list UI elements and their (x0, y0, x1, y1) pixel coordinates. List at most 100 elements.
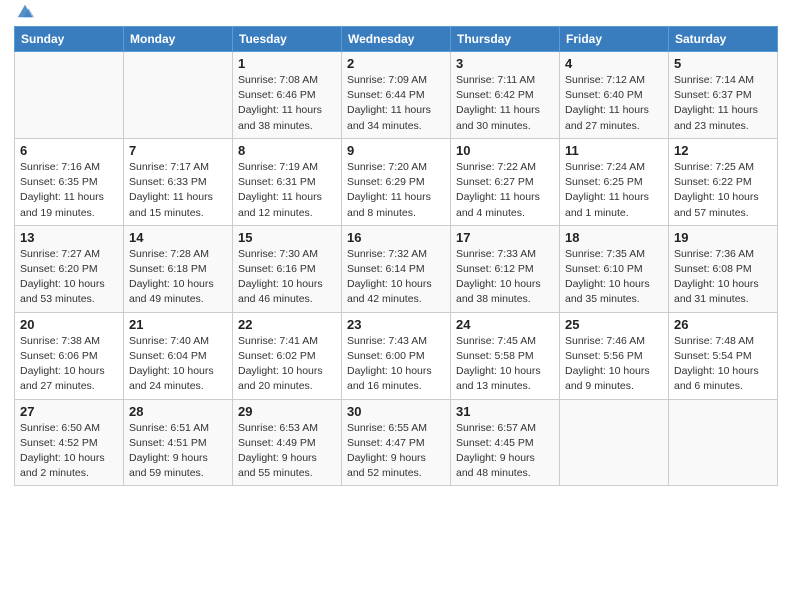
calendar-cell: 4 Sunrise: 7:12 AMSunset: 6:40 PMDaylight… (560, 52, 669, 139)
day-info: Sunrise: 7:25 AMSunset: 6:22 PMDaylight:… (674, 160, 772, 221)
calendar-cell: 28 Sunrise: 6:51 AMSunset: 4:51 PMDayligh… (124, 399, 233, 486)
day-info: Sunrise: 7:24 AMSunset: 6:25 PMDaylight:… (565, 160, 663, 221)
calendar-cell: 9Sunrise: 7:20 AMSunset: 6:29 PMDaylight… (342, 138, 451, 225)
day-info: Sunrise: 7:38 AMSunset: 6:06 PMDaylight:… (20, 334, 118, 395)
calendar-cell: 26 Sunrise: 7:48 AMSunset: 5:54 PMDayligh… (669, 312, 778, 399)
calendar-cell (560, 399, 669, 486)
logo-icon (16, 2, 34, 20)
weekday-header-thursday: Thursday (451, 27, 560, 52)
day-number: 1 (238, 56, 336, 71)
day-number: 24 (456, 317, 554, 332)
day-info: Sunrise: 7:09 AMSunset: 6:44 PMDaylight:… (347, 73, 445, 134)
logo (14, 14, 34, 20)
weekday-header-sunday: Sunday (15, 27, 124, 52)
day-number: 10 (456, 143, 554, 158)
calendar-table: SundayMondayTuesdayWednesdayThursdayFrid… (14, 26, 778, 486)
calendar-cell: 16Sunrise: 7:32 AMSunset: 6:14 PMDayligh… (342, 225, 451, 312)
calendar-cell: 7 Sunrise: 7:17 AMSunset: 6:33 PMDaylight… (124, 138, 233, 225)
calendar-cell: 5Sunrise: 7:14 AMSunset: 6:37 PMDaylight… (669, 52, 778, 139)
calendar-cell (124, 52, 233, 139)
calendar-cell: 18 Sunrise: 7:35 AMSunset: 6:10 PMDayligh… (560, 225, 669, 312)
calendar-cell: 14 Sunrise: 7:28 AMSunset: 6:18 PMDayligh… (124, 225, 233, 312)
calendar-cell: 29 Sunrise: 6:53 AMSunset: 4:49 PMDayligh… (233, 399, 342, 486)
header (14, 10, 778, 20)
day-info: Sunrise: 7:12 AMSunset: 6:40 PMDaylight:… (565, 73, 663, 134)
calendar-cell: 10Sunrise: 7:22 AMSunset: 6:27 PMDayligh… (451, 138, 560, 225)
calendar-cell: 17 Sunrise: 7:33 AMSunset: 6:12 PMDayligh… (451, 225, 560, 312)
weekday-header-friday: Friday (560, 27, 669, 52)
calendar-cell: 1 Sunrise: 7:08 AMSunset: 6:46 PMDaylight… (233, 52, 342, 139)
day-number: 27 (20, 404, 118, 419)
day-info: Sunrise: 7:19 AMSunset: 6:31 PMDaylight:… (238, 160, 336, 221)
day-number: 31 (456, 404, 554, 419)
day-info: Sunrise: 7:33 AMSunset: 6:12 PMDaylight:… (456, 247, 554, 308)
day-number: 28 (129, 404, 227, 419)
day-number: 6 (20, 143, 118, 158)
day-number: 7 (129, 143, 227, 158)
day-info: Sunrise: 6:55 AMSunset: 4:47 PMDaylight:… (347, 421, 445, 482)
day-info: Sunrise: 7:27 AMSunset: 6:20 PMDaylight:… (20, 247, 118, 308)
day-info: Sunrise: 7:16 AMSunset: 6:35 PMDaylight:… (20, 160, 118, 221)
day-info: Sunrise: 7:36 AMSunset: 6:08 PMDaylight:… (674, 247, 772, 308)
day-info: Sunrise: 7:14 AMSunset: 6:37 PMDaylight:… (674, 73, 772, 134)
week-row-2: 6 Sunrise: 7:16 AMSunset: 6:35 PMDaylight… (15, 138, 778, 225)
day-number: 30 (347, 404, 445, 419)
calendar-cell: 24 Sunrise: 7:45 AMSunset: 5:58 PMDayligh… (451, 312, 560, 399)
day-number: 11 (565, 143, 663, 158)
day-info: Sunrise: 7:30 AMSunset: 6:16 PMDaylight:… (238, 247, 336, 308)
day-info: Sunrise: 7:48 AMSunset: 5:54 PMDaylight:… (674, 334, 772, 395)
day-info: Sunrise: 7:43 AMSunset: 6:00 PMDaylight:… (347, 334, 445, 395)
calendar-cell: 25Sunrise: 7:46 AMSunset: 5:56 PMDayligh… (560, 312, 669, 399)
day-number: 14 (129, 230, 227, 245)
day-number: 3 (456, 56, 554, 71)
calendar-cell: 19Sunrise: 7:36 AMSunset: 6:08 PMDayligh… (669, 225, 778, 312)
day-number: 26 (674, 317, 772, 332)
calendar-cell: 8 Sunrise: 7:19 AMSunset: 6:31 PMDaylight… (233, 138, 342, 225)
calendar-cell (15, 52, 124, 139)
day-info: Sunrise: 7:35 AMSunset: 6:10 PMDaylight:… (565, 247, 663, 308)
day-number: 22 (238, 317, 336, 332)
day-number: 20 (20, 317, 118, 332)
day-info: Sunrise: 6:50 AMSunset: 4:52 PMDaylight:… (20, 421, 118, 482)
weekday-header-tuesday: Tuesday (233, 27, 342, 52)
day-info: Sunrise: 7:40 AMSunset: 6:04 PMDaylight:… (129, 334, 227, 395)
calendar-cell: 20 Sunrise: 7:38 AMSunset: 6:06 PMDayligh… (15, 312, 124, 399)
weekday-header-row: SundayMondayTuesdayWednesdayThursdayFrid… (15, 27, 778, 52)
weekday-header-wednesday: Wednesday (342, 27, 451, 52)
day-number: 17 (456, 230, 554, 245)
calendar-cell: 27 Sunrise: 6:50 AMSunset: 4:52 PMDayligh… (15, 399, 124, 486)
calendar-cell: 30 Sunrise: 6:55 AMSunset: 4:47 PMDayligh… (342, 399, 451, 486)
day-number: 21 (129, 317, 227, 332)
day-number: 12 (674, 143, 772, 158)
day-number: 23 (347, 317, 445, 332)
calendar-cell (669, 399, 778, 486)
calendar-page: SundayMondayTuesdayWednesdayThursdayFrid… (0, 0, 792, 612)
weekday-header-saturday: Saturday (669, 27, 778, 52)
calendar-cell: 11 Sunrise: 7:24 AMSunset: 6:25 PMDayligh… (560, 138, 669, 225)
week-row-3: 13 Sunrise: 7:27 AMSunset: 6:20 PMDayligh… (15, 225, 778, 312)
calendar-cell: 31Sunrise: 6:57 AMSunset: 4:45 PMDayligh… (451, 399, 560, 486)
week-row-4: 20 Sunrise: 7:38 AMSunset: 6:06 PMDayligh… (15, 312, 778, 399)
calendar-cell: 2Sunrise: 7:09 AMSunset: 6:44 PMDaylight… (342, 52, 451, 139)
day-number: 18 (565, 230, 663, 245)
weekday-header-monday: Monday (124, 27, 233, 52)
calendar-cell: 15 Sunrise: 7:30 AMSunset: 6:16 PMDayligh… (233, 225, 342, 312)
calendar-cell: 13 Sunrise: 7:27 AMSunset: 6:20 PMDayligh… (15, 225, 124, 312)
calendar-cell: 22Sunrise: 7:41 AMSunset: 6:02 PMDayligh… (233, 312, 342, 399)
week-row-5: 27 Sunrise: 6:50 AMSunset: 4:52 PMDayligh… (15, 399, 778, 486)
day-info: Sunrise: 7:17 AMSunset: 6:33 PMDaylight:… (129, 160, 227, 221)
day-number: 4 (565, 56, 663, 71)
calendar-cell: 12 Sunrise: 7:25 AMSunset: 6:22 PMDayligh… (669, 138, 778, 225)
day-info: Sunrise: 7:08 AMSunset: 6:46 PMDaylight:… (238, 73, 336, 134)
week-row-1: 1 Sunrise: 7:08 AMSunset: 6:46 PMDaylight… (15, 52, 778, 139)
day-info: Sunrise: 6:51 AMSunset: 4:51 PMDaylight:… (129, 421, 227, 482)
day-number: 8 (238, 143, 336, 158)
day-number: 15 (238, 230, 336, 245)
day-info: Sunrise: 6:53 AMSunset: 4:49 PMDaylight:… (238, 421, 336, 482)
day-info: Sunrise: 7:45 AMSunset: 5:58 PMDaylight:… (456, 334, 554, 395)
day-number: 29 (238, 404, 336, 419)
day-info: Sunrise: 7:28 AMSunset: 6:18 PMDaylight:… (129, 247, 227, 308)
day-number: 13 (20, 230, 118, 245)
day-info: Sunrise: 7:11 AMSunset: 6:42 PMDaylight:… (456, 73, 554, 134)
day-number: 9 (347, 143, 445, 158)
